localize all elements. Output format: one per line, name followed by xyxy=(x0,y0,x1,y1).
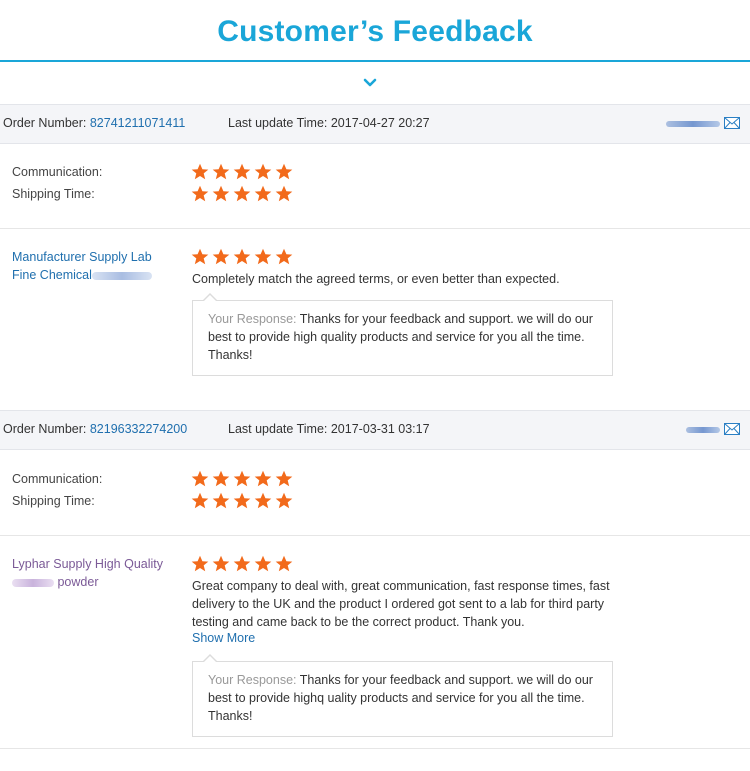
order-number[interactable]: 82196332274200 xyxy=(90,422,187,436)
star-icon xyxy=(212,185,230,202)
seller-response: Your Response: Thanks for your feedback … xyxy=(192,293,613,376)
order-number-label: Order Number: xyxy=(3,422,87,436)
star-icon xyxy=(191,470,209,487)
star-icon xyxy=(275,248,293,265)
star-icon xyxy=(254,555,272,572)
product-name-line2: powder xyxy=(57,575,99,589)
mail-icon[interactable] xyxy=(724,117,740,129)
buyer-contact[interactable] xyxy=(666,117,740,131)
show-more-link[interactable]: Show More xyxy=(192,631,255,645)
last-update-label: Last update Time: xyxy=(228,116,328,130)
star-icon xyxy=(212,470,230,487)
product-name-line2: Fine Chemical xyxy=(12,268,92,282)
product-stars xyxy=(191,555,293,573)
order-header: Order Number: 82196332274200 Last update… xyxy=(0,410,750,450)
section-divider xyxy=(0,748,750,749)
star-icon xyxy=(212,555,230,572)
star-icon xyxy=(233,163,251,180)
star-icon xyxy=(254,492,272,509)
last-update-time: 2017-04-27 20:27 xyxy=(330,116,430,130)
section-divider xyxy=(0,228,750,229)
communication-label: Communication: xyxy=(12,165,103,179)
buyer-contact[interactable] xyxy=(686,423,740,437)
product-name-line1: Manufacturer Supply Lab xyxy=(12,250,152,264)
title-divider xyxy=(0,60,750,62)
product-link[interactable]: Lyphar Supply High Quality powder xyxy=(12,555,177,591)
star-icon xyxy=(254,248,272,265)
last-update-label: Last update Time: xyxy=(228,422,328,436)
star-icon xyxy=(275,163,293,180)
chevron-down-icon[interactable] xyxy=(361,76,379,90)
page-title: Customer’s Feedback xyxy=(217,15,533,48)
star-icon xyxy=(191,163,209,180)
star-icon xyxy=(191,555,209,572)
star-icon xyxy=(275,470,293,487)
response-label: Your Response: xyxy=(208,312,297,326)
mail-icon[interactable] xyxy=(724,423,740,435)
star-icon xyxy=(275,185,293,202)
star-icon xyxy=(233,470,251,487)
star-icon xyxy=(191,492,209,509)
product-stars xyxy=(191,248,293,266)
star-icon xyxy=(233,492,251,509)
star-icon xyxy=(275,555,293,572)
buyer-name-redacted xyxy=(666,121,720,127)
shipping-time-stars xyxy=(191,185,293,203)
product-name-line1: Lyphar Supply High Quality xyxy=(12,557,164,571)
star-icon xyxy=(233,185,251,202)
order-number-label: Order Number: xyxy=(3,116,87,130)
communication-stars xyxy=(191,163,293,181)
order-number[interactable]: 82741211071411 xyxy=(90,116,185,130)
star-icon xyxy=(254,185,272,202)
redacted-text xyxy=(91,271,152,280)
star-icon xyxy=(191,248,209,265)
communication-label: Communication: xyxy=(12,472,103,486)
star-icon xyxy=(254,163,272,180)
shipping-time-stars xyxy=(191,492,293,510)
product-link[interactable]: Manufacturer Supply Lab Fine Chemical xyxy=(12,248,177,284)
redacted-text xyxy=(12,578,54,587)
star-icon xyxy=(275,492,293,509)
star-icon xyxy=(212,492,230,509)
star-icon xyxy=(212,248,230,265)
order-header: Order Number: 82741211071411 Last update… xyxy=(0,104,750,144)
communication-stars xyxy=(191,470,293,488)
feedback-comment: Great company to deal with, great commun… xyxy=(192,579,610,629)
section-divider xyxy=(0,535,750,536)
last-update-time: 2017-03-31 03:17 xyxy=(330,422,430,436)
response-label: Your Response: xyxy=(208,673,297,687)
shipping-time-label: Shipping Time: xyxy=(12,494,95,508)
shipping-time-label: Shipping Time: xyxy=(12,187,95,201)
feedback-comment: Completely match the agreed terms, or ev… xyxy=(192,272,560,286)
star-icon xyxy=(233,248,251,265)
star-icon xyxy=(233,555,251,572)
star-icon xyxy=(212,163,230,180)
buyer-name-redacted xyxy=(686,427,720,433)
star-icon xyxy=(254,470,272,487)
star-icon xyxy=(191,185,209,202)
seller-response: Your Response: Thanks for your feedback … xyxy=(192,654,613,737)
